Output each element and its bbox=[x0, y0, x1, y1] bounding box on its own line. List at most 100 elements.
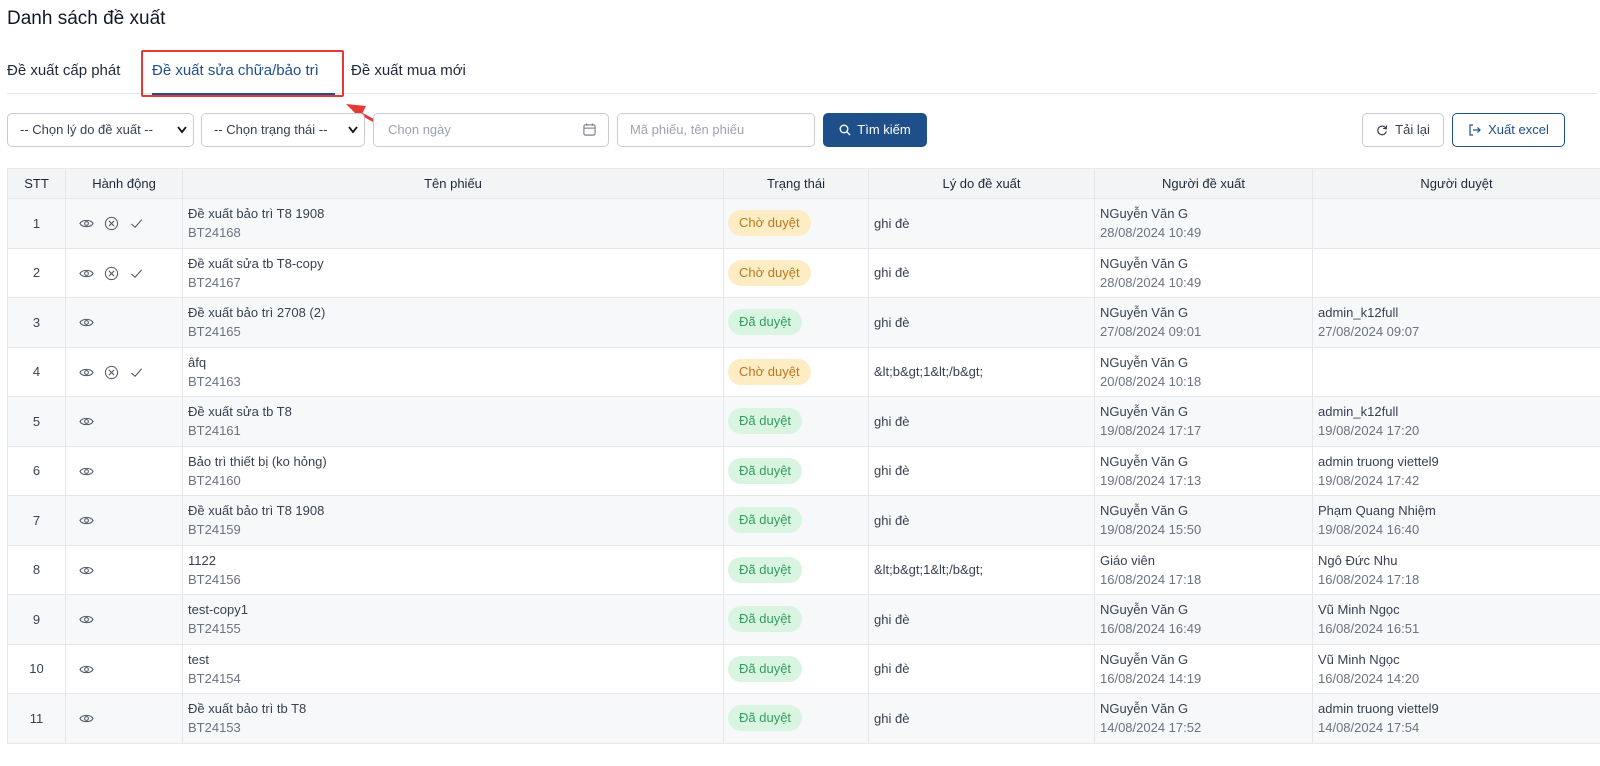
row-name[interactable]: âfq bbox=[188, 355, 206, 370]
table-row[interactable]: 4 âfq BT24163 Chờ duyệt &lt;b&gt;1&lt;/b&gt;… bbox=[7, 346, 1600, 397]
row-name[interactable]: Bảo trì thiết bị (ko hỏng) bbox=[188, 454, 327, 469]
row-name-cell: Đề xuất sửa tb T8 BT24161 bbox=[182, 396, 724, 447]
row-status-cell: Chờ duyệt bbox=[723, 198, 869, 249]
row-stt: 4 bbox=[7, 346, 66, 397]
header-approver: Người duyệt bbox=[1312, 168, 1600, 199]
row-proposer-cell: NGuyễn Văn G 19/08/2024 17:17 bbox=[1094, 396, 1313, 447]
eye-icon[interactable] bbox=[79, 563, 94, 578]
row-name-cell: Đề xuất bảo trì tb T8 BT24153 bbox=[182, 693, 724, 744]
row-reason: ghi đè bbox=[868, 495, 1095, 546]
row-proposer: NGuyễn Văn G bbox=[1100, 701, 1189, 717]
check-icon[interactable] bbox=[129, 266, 144, 281]
row-approver-cell: Phạm Quang Nhiệm 19/08/2024 16:40 bbox=[1312, 495, 1600, 546]
row-proposer: NGuyễn Văn G bbox=[1100, 453, 1189, 469]
status-badge: Đã duyệt bbox=[728, 556, 803, 583]
row-name[interactable]: Đề xuất bảo trì T8 1908 bbox=[188, 206, 324, 221]
row-status-cell: Đã duyệt bbox=[723, 544, 869, 595]
eye-icon[interactable] bbox=[79, 612, 94, 627]
row-proposed-at: 28/08/2024 10:49 bbox=[1100, 274, 1202, 290]
table-row[interactable]: 9 test-copy1 BT24155 Đã duyệt ghi đè NGuyễn V… bbox=[7, 594, 1600, 645]
reason-select[interactable]: -- Chọn lý do đề xuất -- bbox=[7, 113, 194, 147]
search-input[interactable]: Mã phiếu, tên phiếu bbox=[617, 113, 815, 147]
status-badge: Chờ duyệt bbox=[728, 259, 811, 286]
row-name[interactable]: Đề xuất sửa tb T8 bbox=[188, 404, 292, 419]
eye-icon[interactable] bbox=[79, 266, 94, 281]
row-actions bbox=[65, 495, 183, 546]
row-proposer-cell: NGuyễn Văn G 19/08/2024 17:13 bbox=[1094, 445, 1313, 496]
row-name[interactable]: Đề xuất bảo trì T8 1908 bbox=[188, 503, 324, 518]
table-row[interactable]: 2 Đề xuất sửa tb T8-copy BT24167 Chờ duyệt g… bbox=[7, 247, 1600, 298]
eye-icon[interactable] bbox=[79, 315, 94, 330]
check-icon[interactable] bbox=[129, 365, 144, 380]
cancel-icon[interactable] bbox=[104, 365, 119, 380]
row-proposer-cell: Giáo viên 16/08/2024 17:18 bbox=[1094, 544, 1313, 595]
eye-icon[interactable] bbox=[79, 464, 94, 479]
row-name-cell: Bảo trì thiết bị (ko hỏng) BT24160 bbox=[182, 445, 724, 496]
search-icon bbox=[839, 124, 851, 136]
row-approver: admin truong viettel9 bbox=[1318, 453, 1439, 469]
row-approver: admin_k12full bbox=[1318, 305, 1399, 321]
table-row[interactable]: 7 Đề xuất bảo trì T8 1908 BT24159 Đã duyệt g… bbox=[7, 495, 1600, 546]
row-proposer-cell: NGuyễn Văn G 16/08/2024 16:49 bbox=[1094, 594, 1313, 645]
row-code: BT24161 bbox=[188, 423, 241, 439]
row-approved-at: 19/08/2024 17:20 bbox=[1318, 423, 1420, 439]
row-name[interactable]: test bbox=[188, 652, 209, 667]
check-icon[interactable] bbox=[129, 216, 144, 231]
row-name[interactable]: Đề xuất bảo trì tb T8 bbox=[188, 701, 306, 716]
row-status-cell: Đã duyệt bbox=[723, 495, 869, 546]
row-name[interactable]: test-copy1 bbox=[188, 602, 248, 617]
search-button[interactable]: Tìm kiếm bbox=[823, 113, 927, 147]
row-approved-at: 27/08/2024 09:07 bbox=[1318, 324, 1420, 340]
row-proposer-cell: NGuyễn Văn G 19/08/2024 15:50 bbox=[1094, 495, 1313, 546]
eye-icon[interactable] bbox=[79, 711, 94, 726]
row-approver: admin_k12full bbox=[1318, 404, 1399, 420]
table-row[interactable]: 10 test BT24154 Đã duyệt ghi đè NGuyễn Văn G 1… bbox=[7, 643, 1600, 694]
eye-icon[interactable] bbox=[79, 414, 94, 429]
header-status: Trạng thái bbox=[723, 168, 869, 199]
row-proposer-cell: NGuyễn Văn G 27/08/2024 09:01 bbox=[1094, 297, 1313, 348]
export-excel-button[interactable]: Xuất excel bbox=[1452, 113, 1565, 147]
row-actions bbox=[65, 544, 183, 595]
status-badge: Đã duyệt bbox=[728, 507, 803, 534]
tab-new-purchase[interactable]: Đề xuất mua mới bbox=[351, 62, 466, 79]
date-picker-input[interactable]: Chọn ngày bbox=[373, 113, 609, 147]
row-proposed-at: 16/08/2024 16:49 bbox=[1100, 621, 1202, 637]
row-actions bbox=[65, 396, 183, 447]
row-reason: ghi đè bbox=[868, 643, 1095, 694]
cancel-icon[interactable] bbox=[104, 266, 119, 281]
table-row[interactable]: 11 Đề xuất bảo trì tb T8 BT24153 Đã duyệt gh… bbox=[7, 693, 1600, 744]
row-proposer-cell: NGuyễn Văn G 28/08/2024 10:49 bbox=[1094, 247, 1313, 298]
row-actions bbox=[65, 346, 183, 397]
row-proposer: NGuyễn Văn G bbox=[1100, 651, 1189, 667]
header-actions: Hành động bbox=[65, 168, 183, 199]
row-status-cell: Chờ duyệt bbox=[723, 247, 869, 298]
table-row[interactable]: 8 1122 BT24156 Đã duyệt &lt;b&gt;1&lt;/b&gt;… bbox=[7, 544, 1600, 595]
status-select[interactable]: -- Chọn trạng thái -- bbox=[201, 113, 365, 147]
row-proposer-cell: NGuyễn Văn G 20/08/2024 10:18 bbox=[1094, 346, 1313, 397]
tab-allocation[interactable]: Đề xuất cấp phát bbox=[7, 62, 120, 79]
table-row[interactable]: 6 Bảo trì thiết bị (ko hỏng) BT24160 Đã duy… bbox=[7, 445, 1600, 496]
row-reason: ghi đè bbox=[868, 198, 1095, 249]
row-approved-at: 16/08/2024 14:20 bbox=[1318, 670, 1420, 686]
reload-button[interactable]: Tải lại bbox=[1362, 113, 1444, 147]
row-code: BT24168 bbox=[188, 225, 241, 241]
row-name[interactable]: 1122 bbox=[188, 553, 216, 568]
eye-icon[interactable] bbox=[79, 513, 94, 528]
row-proposer: NGuyễn Văn G bbox=[1100, 503, 1189, 519]
row-stt: 11 bbox=[7, 693, 66, 744]
row-approver: Ngô Đức Nhu bbox=[1318, 552, 1398, 568]
row-proposer: Giáo viên bbox=[1100, 552, 1155, 568]
row-approver-cell bbox=[1312, 247, 1600, 298]
row-name[interactable]: Đề xuất bảo trì 2708 (2) bbox=[188, 305, 325, 320]
row-name[interactable]: Đề xuất sửa tb T8-copy bbox=[188, 256, 324, 271]
eye-icon[interactable] bbox=[79, 662, 94, 677]
row-approver-cell bbox=[1312, 346, 1600, 397]
row-name-cell: Đề xuất bảo trì T8 1908 BT24168 bbox=[182, 198, 724, 249]
eye-icon[interactable] bbox=[79, 216, 94, 231]
table-row[interactable]: 5 Đề xuất sửa tb T8 BT24161 Đã duyệt ghi đè N… bbox=[7, 396, 1600, 447]
eye-icon[interactable] bbox=[79, 365, 94, 380]
status-badge: Chờ duyệt bbox=[728, 210, 811, 237]
table-row[interactable]: 1 Đề xuất bảo trì T8 1908 BT24168 Chờ duyệt… bbox=[7, 198, 1600, 249]
cancel-icon[interactable] bbox=[104, 216, 119, 231]
table-row[interactable]: 3 Đề xuất bảo trì 2708 (2) BT24165 Đã duyệt… bbox=[7, 297, 1600, 348]
